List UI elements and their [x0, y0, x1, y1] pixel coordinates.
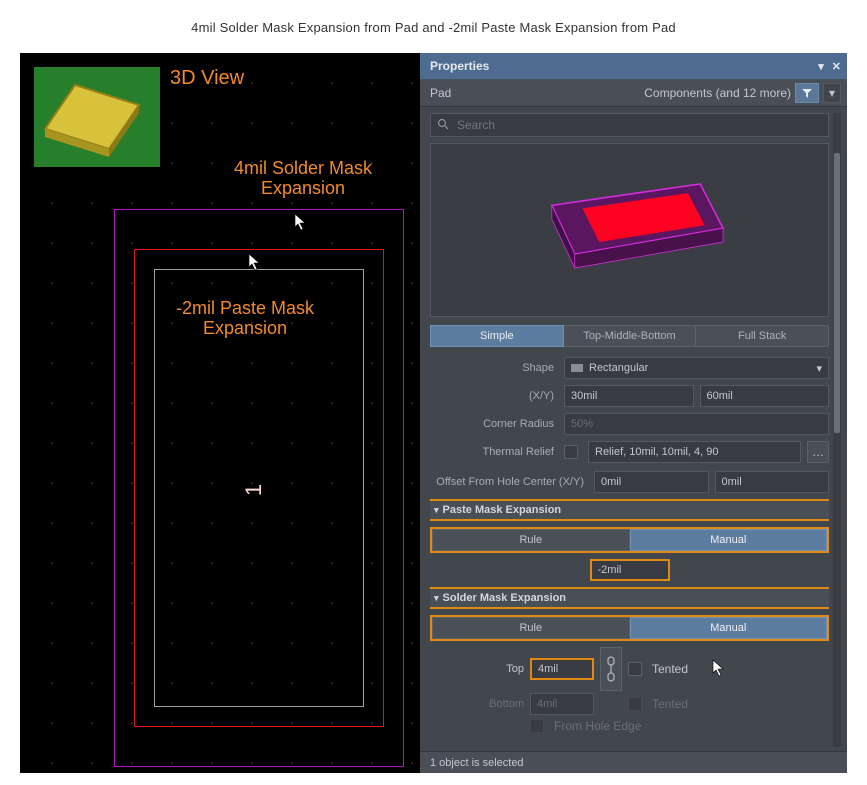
object-filter-bar: Pad Components (and 12 more) ▾	[420, 79, 847, 107]
y-size-input[interactable]: 60mil	[700, 385, 830, 407]
shape-dropdown[interactable]: Rectangular ▾	[564, 357, 829, 379]
filter-summary: Components (and 12 more)	[644, 86, 791, 100]
from-hole-edge-checkbox	[530, 719, 544, 733]
panel-dropdown-icon[interactable]: ▾	[818, 60, 824, 73]
solder-top-label: Top	[430, 663, 524, 675]
tab-simple[interactable]: Simple	[430, 325, 564, 347]
solder-top-tented-checkbox[interactable]	[628, 662, 642, 676]
stack-mode-tabs: Simple Top-Middle-Bottom Full Stack	[430, 325, 829, 347]
section-solder-mask-expansion[interactable]: Solder Mask Expansion	[430, 587, 829, 609]
cursor-icon	[712, 659, 726, 680]
offset-label: Offset From Hole Center (X/Y)	[430, 476, 588, 488]
3d-thumbnail	[34, 67, 160, 167]
from-hole-edge-label: From Hole Edge	[554, 719, 641, 733]
thermal-relief-label: Thermal Relief	[430, 446, 558, 458]
solder-top-input[interactable]: 4mil	[530, 658, 594, 680]
solder-manual-button[interactable]: Manual	[630, 617, 828, 639]
section-paste-mask-expansion[interactable]: Paste Mask Expansion	[430, 499, 829, 521]
search-field[interactable]	[430, 113, 829, 137]
corner-radius-input: 50%	[564, 413, 829, 435]
filter-button[interactable]	[795, 83, 819, 103]
solder-rule-button[interactable]: Rule	[432, 617, 630, 639]
filter-dropdown[interactable]: ▾	[823, 83, 841, 103]
shape-label: Shape	[430, 362, 558, 374]
rectangle-swatch-icon	[571, 364, 583, 372]
thermal-relief-edit-button[interactable]: …	[807, 441, 829, 463]
x-size-input[interactable]: 30mil	[564, 385, 694, 407]
solder-bottom-input: 4mil	[530, 693, 594, 715]
properties-panel: Properties ▾ ✕ Pad Components (and 12 mo…	[420, 53, 847, 773]
label-solder-expansion: 4mil Solder Mask Expansion	[234, 159, 372, 199]
corner-radius-label: Corner Radius	[430, 418, 558, 430]
shape-value: Rectangular	[589, 362, 648, 374]
panel-close-icon[interactable]: ✕	[832, 60, 841, 73]
paste-rule-button[interactable]: Rule	[432, 529, 630, 551]
pcb-2d-viewport[interactable]: 3D View 4mil Solder Mask Expansion -2mil…	[20, 53, 420, 773]
thermal-relief-value: Relief, 10mil, 10mil, 4, 90	[588, 441, 801, 463]
designator: 1	[241, 484, 267, 496]
tab-top-middle-bottom[interactable]: Top-Middle-Bottom	[564, 325, 697, 347]
offset-x-input[interactable]: 0mil	[594, 471, 709, 493]
tab-full-stack[interactable]: Full Stack	[696, 325, 829, 347]
offset-y-input[interactable]: 0mil	[715, 471, 830, 493]
panel-titlebar: Properties ▾ ✕	[420, 53, 847, 79]
figure-caption: 4mil Solder Mask Expansion from Pad and …	[191, 20, 676, 35]
solder-bottom-tented-checkbox	[628, 697, 642, 711]
thermal-relief-checkbox[interactable]	[564, 445, 578, 459]
chevron-down-icon: ▾	[816, 362, 822, 375]
paste-expansion-input[interactable]: -2mil	[590, 559, 670, 581]
object-type-label: Pad	[430, 86, 451, 100]
label-3d-view: 3D View	[170, 67, 244, 89]
panel-footer: 1 object is selected	[420, 751, 847, 773]
pad-3d-preview[interactable]	[430, 143, 829, 317]
solder-bottom-tented-label: Tented	[652, 697, 688, 711]
search-icon	[437, 118, 449, 133]
solder-top-tented-label: Tented	[652, 662, 688, 676]
search-input[interactable]	[455, 117, 822, 133]
panel-scrollbar-thumb[interactable]	[834, 153, 840, 433]
solder-bottom-label: Bottom	[430, 698, 524, 710]
xy-label: (X/Y)	[430, 390, 558, 402]
paste-manual-button[interactable]: Manual	[630, 529, 828, 551]
panel-scrollbar[interactable]	[833, 113, 841, 747]
link-top-bottom-button[interactable]	[600, 647, 622, 691]
cursor-icon	[234, 771, 248, 773]
panel-title: Properties	[430, 59, 489, 73]
app-frame: 3D View 4mil Solder Mask Expansion -2mil…	[20, 53, 847, 773]
